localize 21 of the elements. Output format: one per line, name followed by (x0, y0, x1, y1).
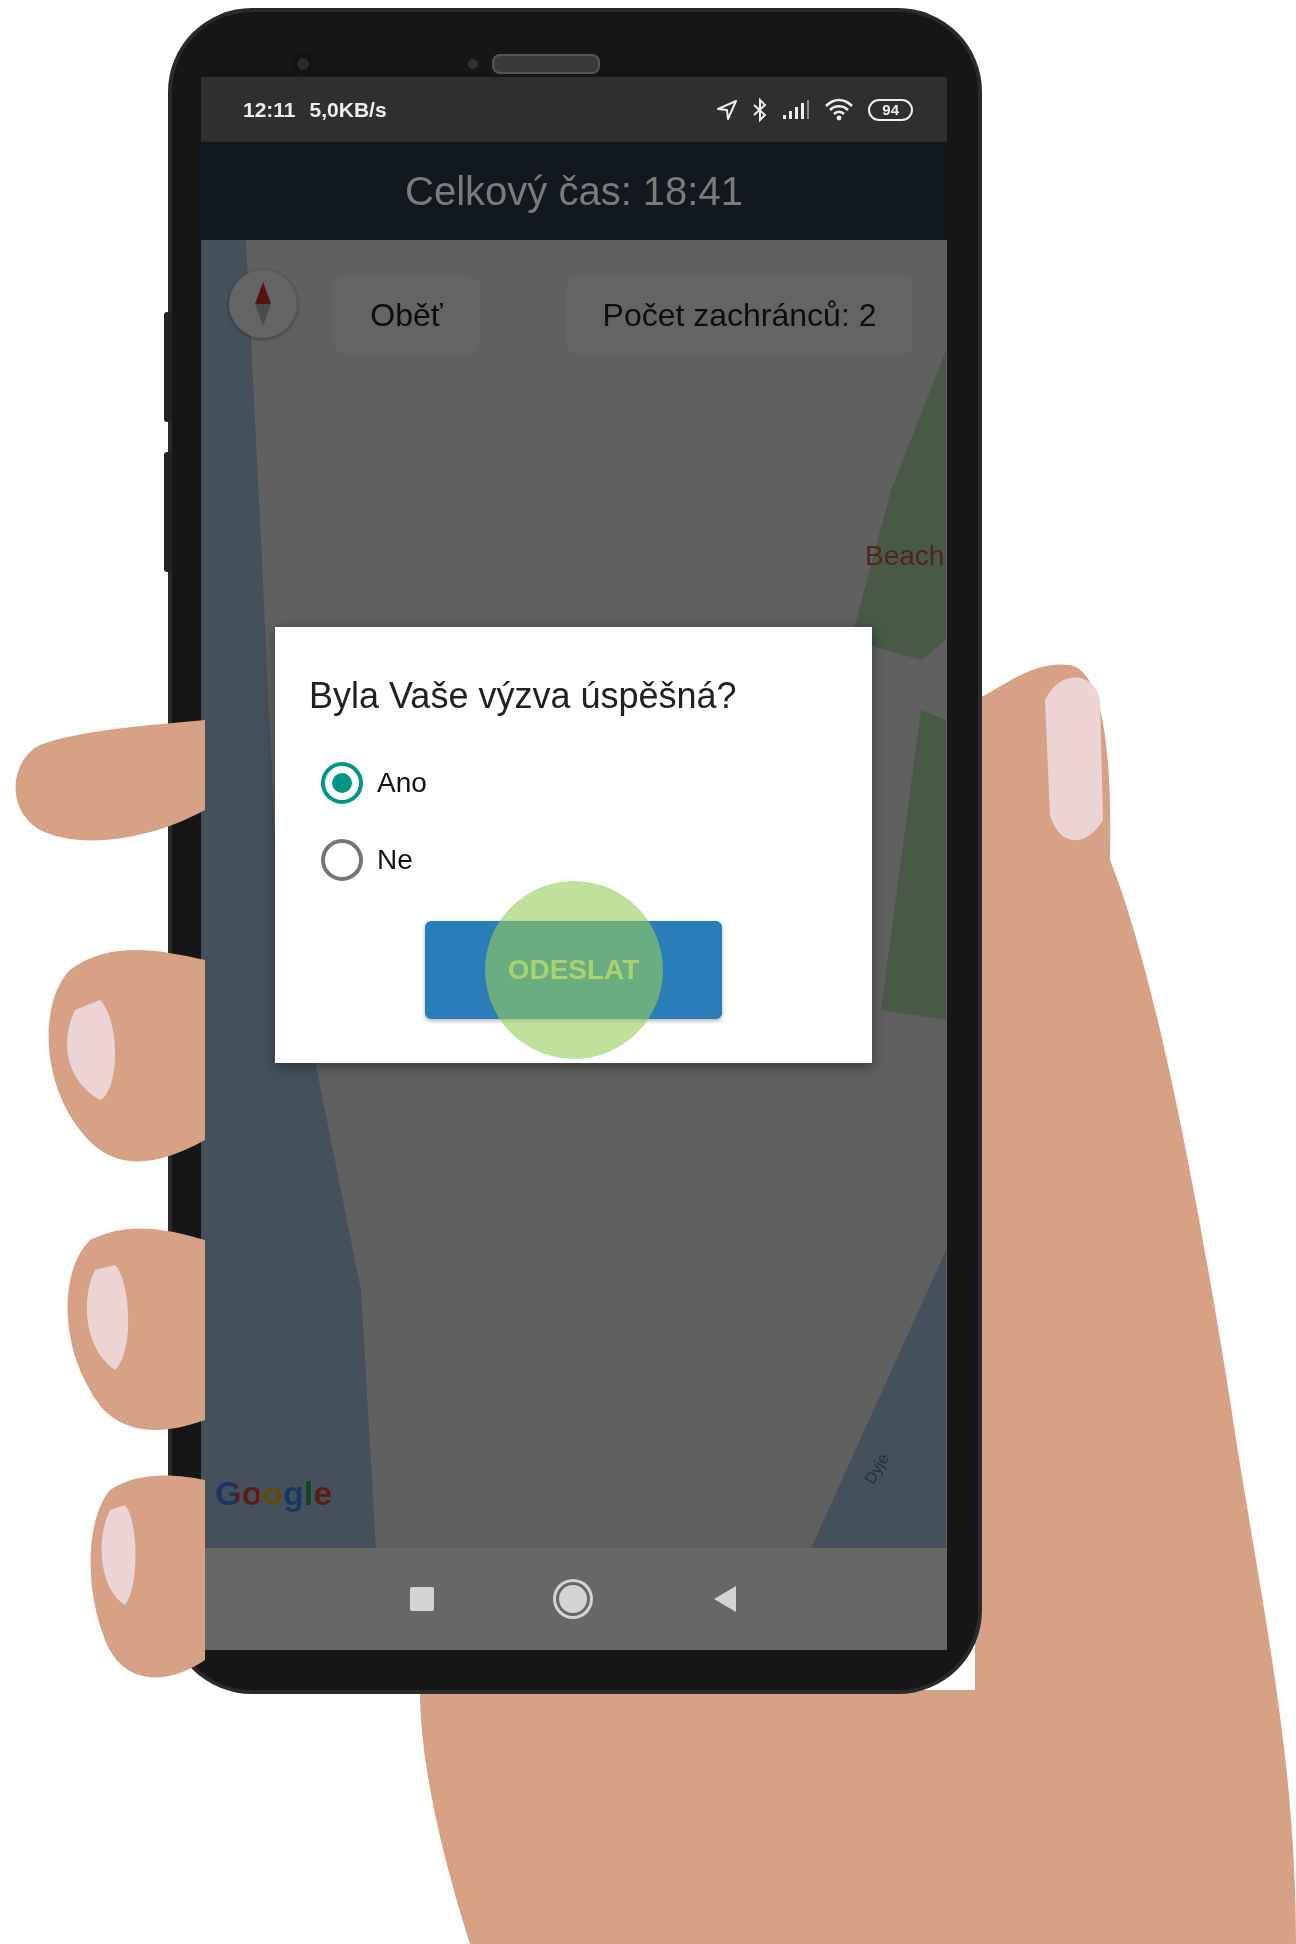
dialog-title: Byla Vaše výzva úspěšná? (309, 675, 738, 717)
info-chip: Počet zachránců: 2 (566, 275, 913, 355)
radio-button[interactable] (321, 761, 363, 804)
bluetooth-icon (752, 97, 769, 122)
radio-button[interactable] (321, 838, 363, 881)
wifi-icon (824, 97, 855, 122)
compass-button[interactable] (229, 270, 297, 338)
location-arrow-icon (716, 98, 739, 121)
status-time: 12:11 (243, 97, 296, 122)
sensor-icon (468, 59, 478, 69)
info-chip: Oběť (333, 275, 480, 355)
network-speed: 5,0KB/s (309, 97, 387, 122)
compass-needle-icon (253, 282, 273, 326)
battery-level: 94 (868, 98, 913, 121)
option-label[interactable]: Ne (377, 843, 413, 876)
map-place-label: Beach (865, 540, 945, 572)
signal-icon (782, 99, 811, 120)
total-time-title: Celkový čas: 18:41 (405, 168, 743, 214)
option-label[interactable]: Ano (377, 766, 427, 799)
camera-icon (292, 53, 314, 75)
back-triangle-icon[interactable] (712, 1585, 738, 1613)
